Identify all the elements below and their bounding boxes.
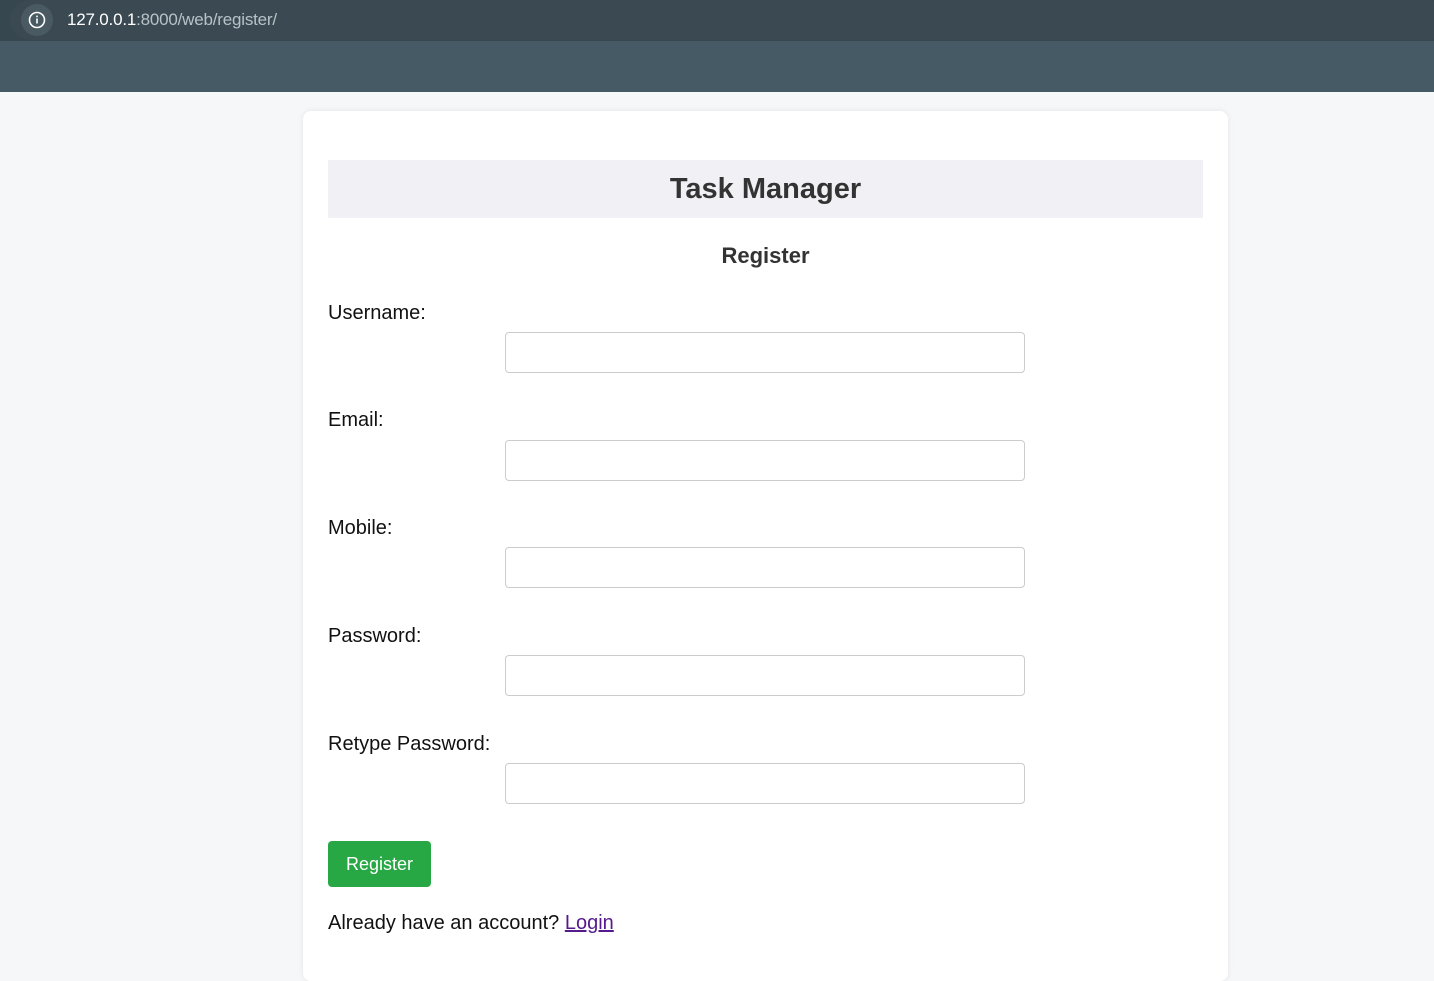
username-label: Username: bbox=[328, 302, 426, 324]
mobile-input[interactable] bbox=[505, 547, 1025, 588]
mobile-label: Mobile: bbox=[328, 517, 393, 539]
browser-toolbar: 127.0.0.1:8000/web/register/ bbox=[0, 0, 1434, 92]
register-card: Task Manager Register Username: Email: M… bbox=[303, 111, 1228, 981]
register-button[interactable]: Register bbox=[328, 841, 431, 887]
header-banner: Task Manager bbox=[328, 160, 1203, 218]
login-link[interactable]: Login bbox=[565, 912, 614, 934]
address-bar[interactable]: 127.0.0.1:8000/web/register/ bbox=[10, 0, 1434, 40]
url-text[interactable]: 127.0.0.1:8000/web/register/ bbox=[67, 10, 277, 30]
login-prompt: Already have an account? Login bbox=[328, 912, 614, 935]
form-heading: Register bbox=[721, 243, 810, 268]
username-input[interactable] bbox=[505, 332, 1025, 373]
login-prompt-text: Already have an account? bbox=[328, 912, 565, 934]
retype-password-input[interactable] bbox=[505, 763, 1025, 804]
info-icon[interactable] bbox=[21, 4, 53, 36]
email-input[interactable] bbox=[505, 440, 1025, 481]
email-label: Email: bbox=[328, 409, 384, 431]
page-title: Task Manager bbox=[669, 173, 862, 205]
retype-password-label: Retype Password: bbox=[328, 733, 491, 755]
password-input[interactable] bbox=[505, 655, 1025, 696]
url-path: :8000/web/register/ bbox=[136, 10, 277, 29]
url-host: 127.0.0.1 bbox=[67, 10, 137, 29]
password-label: Password: bbox=[328, 625, 422, 647]
